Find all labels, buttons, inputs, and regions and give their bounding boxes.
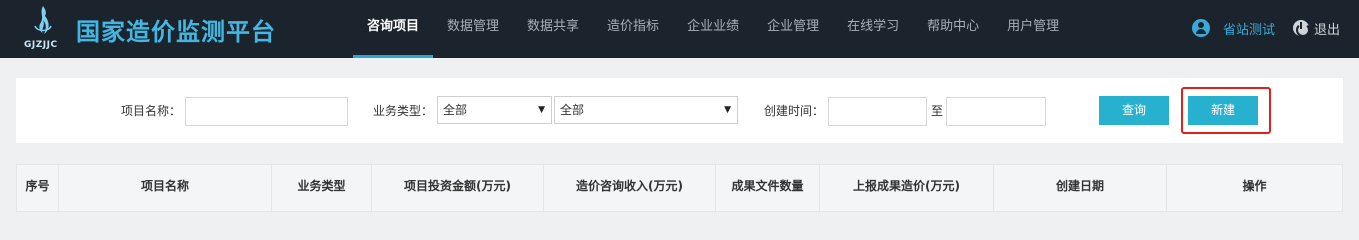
column-header-actions[interactable]: 操作: [1167, 165, 1342, 211]
app-logo[interactable]: GJZJJC: [22, 4, 66, 52]
nav-item-enterprise-performance[interactable]: 企业业绩: [673, 0, 753, 58]
flame-logo-icon: [34, 6, 52, 34]
business-type-select-primary[interactable]: 全部 ▼: [437, 96, 552, 124]
user-name[interactable]: 省站测试: [1223, 19, 1275, 38]
nav-item-enterprise-management[interactable]: 企业管理: [753, 0, 833, 58]
nav-item-help-center[interactable]: 帮助中心: [913, 0, 993, 58]
app-title: 国家造价监测平台: [76, 18, 276, 46]
project-name-input[interactable]: [185, 97, 348, 126]
nav-item-consulting-projects[interactable]: 咨询项目: [353, 0, 434, 58]
top-navigation-bar: GJZJJC 国家造价监测平台 咨询项目 数据管理 数据共享 造价指标 企业业绩…: [0, 0, 1359, 58]
to-label: 至: [931, 104, 944, 118]
project-name-label: 项目名称：: [121, 104, 182, 118]
business-type-select-secondary-value: 全部: [560, 103, 585, 117]
nav-item-cost-indicators[interactable]: 造价指标: [593, 0, 673, 58]
logout-button[interactable]: 退出: [1293, 19, 1340, 38]
column-header-investment-amount[interactable]: 项目投资金额(万元): [372, 165, 544, 211]
chevron-down-icon: ▼: [538, 105, 545, 115]
nav-item-user-management[interactable]: 用户管理: [993, 0, 1073, 58]
date-to-input[interactable]: [946, 97, 1046, 126]
search-filter-panel: 项目名称： 业务类型： 全部 ▼ 全部 ▼ 创建时间： 至 查询 新建: [16, 78, 1343, 143]
chevron-down-icon: ▼: [724, 105, 731, 115]
new-button[interactable]: 新建: [1188, 96, 1258, 125]
column-header-consulting-income[interactable]: 造价咨询收入(万元): [544, 165, 716, 211]
query-button[interactable]: 查询: [1099, 96, 1169, 125]
main-nav: 咨询项目 数据管理 数据共享 造价指标 企业业绩 企业管理 在线学习 帮助中心 …: [353, 0, 1073, 58]
column-header-index[interactable]: 序号: [17, 165, 59, 211]
created-time-label: 创建时间：: [764, 104, 825, 118]
logout-label: 退出: [1314, 22, 1341, 38]
nav-item-online-learning[interactable]: 在线学习: [833, 0, 913, 58]
column-header-deliverable-count[interactable]: 成果文件数量: [716, 165, 820, 211]
column-header-reported-cost[interactable]: 上报成果造价(万元): [820, 165, 994, 211]
business-type-label: 业务类型：: [373, 104, 434, 118]
power-icon: [1293, 20, 1311, 37]
business-type-select-secondary[interactable]: 全部 ▼: [554, 96, 738, 124]
logo-text: GJZJJC: [24, 40, 58, 50]
business-type-select-primary-value: 全部: [443, 103, 468, 117]
nav-item-data-sharing[interactable]: 数据共享: [513, 0, 593, 58]
column-header-created-date[interactable]: 创建日期: [994, 165, 1167, 211]
projects-table-header: 序号 项目名称 业务类型 项目投资金额(万元) 造价咨询收入(万元) 成果文件数…: [16, 164, 1343, 212]
user-icon[interactable]: [1192, 19, 1210, 37]
column-header-business-type[interactable]: 业务类型: [272, 165, 372, 211]
user-area: 省站测试 退出: [1192, 18, 1340, 38]
nav-item-data-management[interactable]: 数据管理: [433, 0, 513, 58]
date-from-input[interactable]: [828, 97, 927, 126]
column-header-project-name[interactable]: 项目名称: [59, 165, 272, 211]
